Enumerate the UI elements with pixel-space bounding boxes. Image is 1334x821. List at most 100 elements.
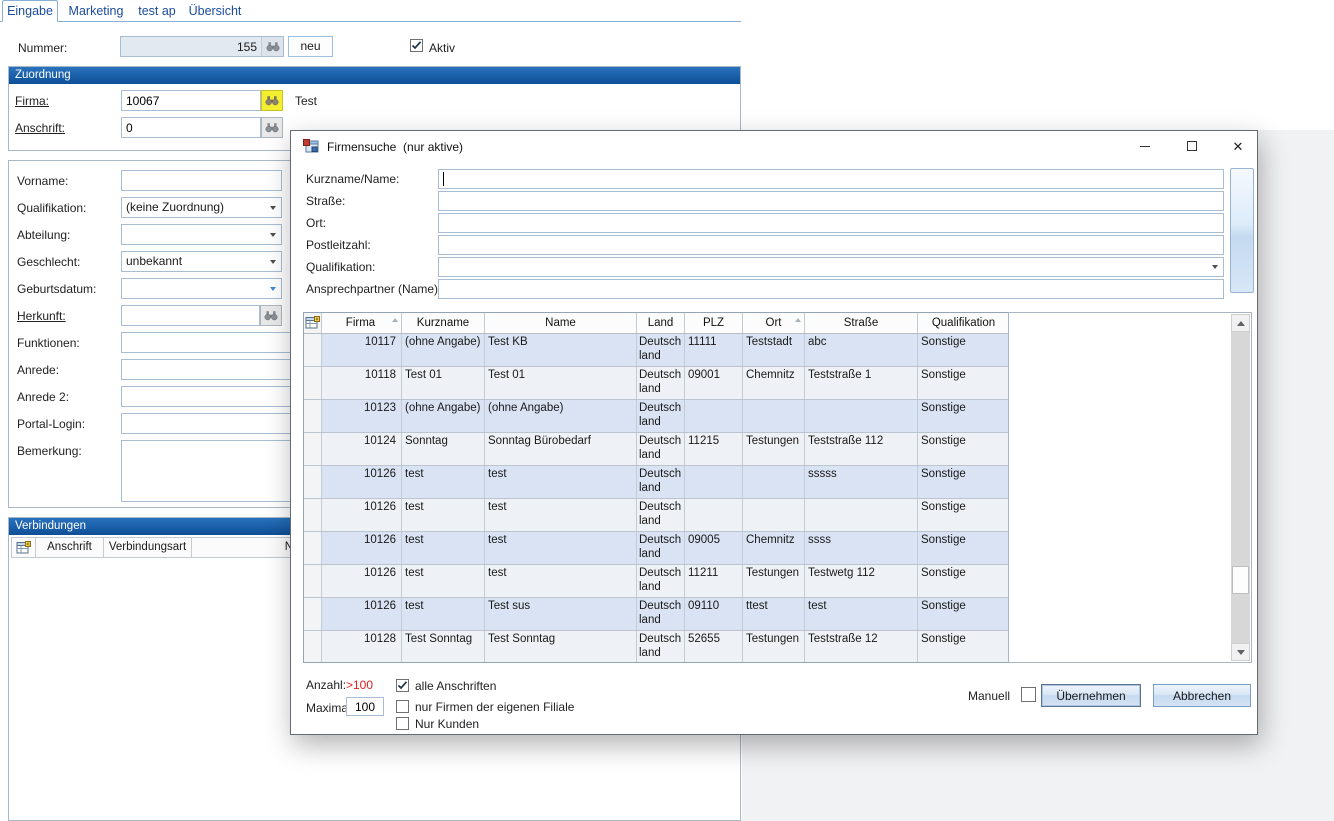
cell-name: Sonntag Bürobedarf [485, 433, 637, 465]
col-qualifikation[interactable]: Qualifikation [918, 313, 1009, 333]
geschlecht-select[interactable]: unbekannt [121, 251, 282, 272]
minimize-button[interactable] [1127, 131, 1163, 161]
company-row[interactable]: 10117(ohne Angabe)Test KBDeutschland1111… [304, 334, 1009, 367]
verbindungen-col-verbindungsart[interactable]: Verbindungsart [104, 538, 192, 557]
alle-anschriften-checkbox[interactable] [396, 679, 409, 692]
abbrechen-button[interactable]: Abbrechen [1153, 684, 1251, 707]
geburtsdatum-picker[interactable] [121, 278, 282, 299]
nur-kunden-checkbox[interactable] [396, 717, 409, 730]
dlg-qualifikation-select[interactable] [438, 257, 1224, 277]
col-kurzname[interactable]: Kurzname [402, 313, 485, 333]
cell-firma: 10126 [322, 532, 402, 564]
row-selector[interactable] [304, 400, 322, 432]
row-selector[interactable] [304, 466, 322, 498]
cell-name: test [485, 532, 637, 564]
row-selector[interactable] [304, 565, 322, 597]
company-row[interactable]: 10124SonntagSonntag BürobedarfDeutschlan… [304, 433, 1009, 466]
col-firma[interactable]: Firma [322, 313, 402, 333]
anschrift-search-button[interactable] [261, 117, 283, 138]
cell-ort: Testungen [743, 631, 805, 663]
cell-plz [685, 400, 743, 432]
vorname-input[interactable] [121, 170, 282, 191]
scroll-down-button[interactable] [1231, 643, 1250, 661]
col-name[interactable]: Name [485, 313, 637, 333]
company-row[interactable]: 10126testtestDeutschland11211TestungenTe… [304, 565, 1009, 598]
cell-name: test [485, 499, 637, 531]
company-row[interactable]: 10126testtestDeutschland09005Chemnitzsss… [304, 532, 1009, 565]
search-scroll-button[interactable] [1230, 168, 1254, 293]
uebernehmen-button[interactable]: Übernehmen [1041, 684, 1141, 707]
row-selector[interactable] [304, 598, 322, 630]
anschrift-input[interactable] [121, 117, 261, 138]
plz-input[interactable] [438, 235, 1224, 255]
col-plz[interactable]: PLZ [685, 313, 743, 333]
company-row[interactable]: 10118Test 01Test 01Deutschland09001Chemn… [304, 367, 1009, 400]
nummer-value: 155 [121, 37, 261, 56]
grid-corner-icon[interactable] [12, 538, 36, 557]
close-icon: ✕ [1233, 140, 1244, 153]
col-strasse[interactable]: Straße [805, 313, 918, 333]
cell-plz [685, 466, 743, 498]
binoculars-icon[interactable] [261, 37, 283, 56]
company-row[interactable]: 10123(ohne Angabe)(ohne Angabe)Deutschla… [304, 400, 1009, 433]
nur-kunden-label: Nur Kunden [415, 717, 479, 731]
ansprechpartner-input[interactable] [438, 279, 1224, 299]
neu-button[interactable]: neu [288, 36, 333, 57]
ort-input[interactable] [438, 213, 1224, 233]
col-land[interactable]: Land [637, 313, 685, 333]
aktiv-checkbox[interactable] [410, 39, 423, 52]
row-selector[interactable] [304, 532, 322, 564]
kurzname-input[interactable] [438, 169, 1224, 189]
company-row[interactable]: 10126testtestDeutschlandSonstige [304, 499, 1009, 532]
cell-kurzname: (ohne Angabe) [402, 334, 485, 366]
firma-input[interactable] [121, 90, 261, 111]
herkunft-input[interactable] [121, 305, 260, 326]
tab-uebersicht[interactable]: Übersicht [184, 2, 246, 21]
results-grid: Firma Kurzname Name Land PLZ Ort Straße … [303, 312, 1010, 663]
vertical-scrollbar[interactable] [1231, 314, 1250, 661]
company-row[interactable]: 10128Test SonntagTest SonntagDeutschland… [304, 631, 1009, 663]
scrollbar-thumb[interactable] [1232, 566, 1249, 594]
anrede-label: Anrede: [17, 363, 59, 377]
cell-ort [743, 499, 805, 531]
qualifikation-select[interactable]: (keine Zuordnung) [121, 197, 282, 218]
abteilung-select[interactable] [121, 224, 282, 245]
portal-login-label: Portal-Login: [17, 417, 85, 431]
scroll-up-button[interactable] [1231, 314, 1250, 332]
cell-kurzname: test [402, 499, 485, 531]
verbindungen-col-cut[interactable]: N [192, 538, 296, 557]
tab-marketing[interactable]: Marketing [62, 2, 130, 21]
company-row[interactable]: 10126testtestDeutschlandsssssSonstige [304, 466, 1009, 499]
company-row[interactable]: 10126testTest susDeutschland09110ttestte… [304, 598, 1009, 631]
herkunft-search-button[interactable] [260, 305, 282, 326]
strasse-label: Straße: [306, 194, 345, 208]
strasse-input[interactable] [438, 191, 1224, 211]
tab-eingabe[interactable]: Eingabe [2, 0, 58, 22]
close-button[interactable]: ✕ [1220, 131, 1256, 161]
cell-firma: 10117 [322, 334, 402, 366]
firma-search-button[interactable] [261, 90, 283, 111]
cell-plz: 09001 [685, 367, 743, 399]
grid-corner-icon[interactable] [304, 313, 322, 333]
verbindungen-col-anschrift[interactable]: Anschrift [36, 538, 104, 557]
maximal-input[interactable] [346, 697, 384, 716]
maximize-button[interactable] [1174, 131, 1210, 161]
manuell-checkbox[interactable] [1021, 687, 1036, 702]
col-ort[interactable]: Ort [743, 313, 805, 333]
row-selector[interactable] [304, 433, 322, 465]
row-selector[interactable] [304, 367, 322, 399]
herkunft-link[interactable]: Herkunft: [17, 309, 66, 323]
grid-side-panel [1008, 312, 1252, 663]
anschrift-link[interactable]: Anschrift: [15, 121, 65, 135]
cell-firma: 10118 [322, 367, 402, 399]
cell-kurzname: Sonntag [402, 433, 485, 465]
cell-strasse: test [805, 598, 918, 630]
row-selector[interactable] [304, 334, 322, 366]
row-selector[interactable] [304, 499, 322, 531]
row-selector[interactable] [304, 631, 322, 663]
geschlecht-label: Geschlecht: [17, 255, 80, 269]
firma-link[interactable]: Firma: [15, 94, 49, 108]
filiale-checkbox[interactable] [396, 700, 409, 713]
nummer-field[interactable]: 155 [120, 36, 284, 57]
tab-test-ap[interactable]: test ap [132, 2, 182, 21]
